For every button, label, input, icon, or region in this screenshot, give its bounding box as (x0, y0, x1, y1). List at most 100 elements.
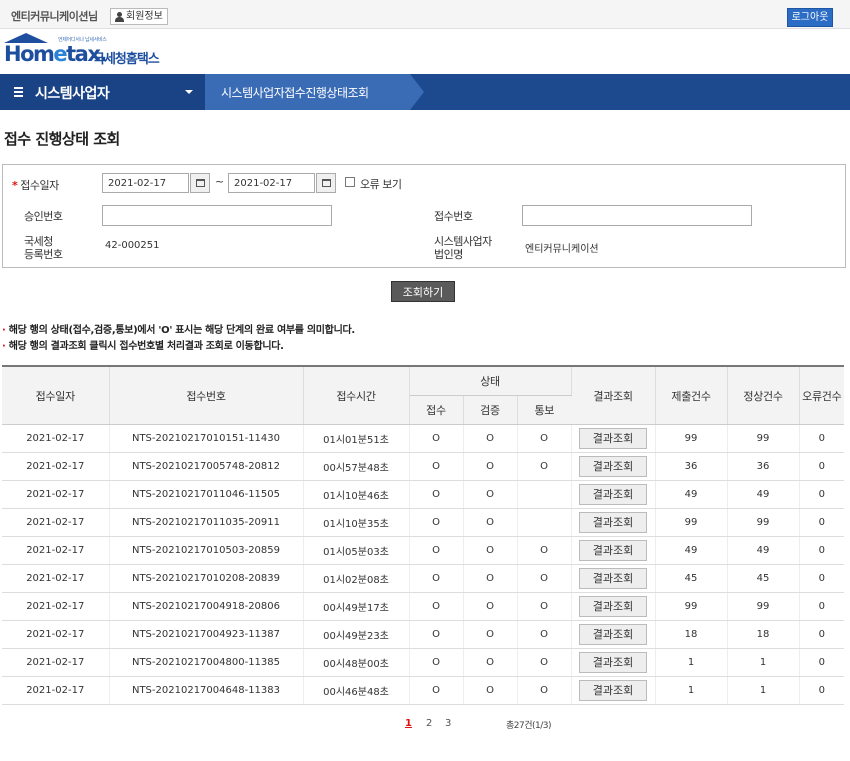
cell-result: 결과조회 (571, 648, 656, 677)
corp-label-line1: 시스템사업자 (434, 235, 492, 248)
cell-error: 0 (799, 648, 845, 677)
result-view-button[interactable]: 결과조회 (579, 680, 648, 701)
date-to-input[interactable]: 2021-02-17 (228, 173, 315, 193)
cell-normal: 99 (727, 592, 800, 621)
cell-result: 결과조회 (571, 452, 656, 481)
cell-submitted: 99 (655, 592, 728, 621)
cell-time: 00시48분00초 (303, 648, 410, 677)
cell-submitted: 1 (655, 648, 728, 677)
result-view-button[interactable]: 결과조회 (579, 428, 648, 449)
date-from-input[interactable]: 2021-02-17 (102, 173, 189, 193)
cell-date: 2021-02-17 (2, 452, 110, 481)
cell-error: 0 (799, 592, 845, 621)
cell-date: 2021-02-17 (2, 592, 110, 621)
cell-error: 0 (799, 424, 845, 453)
col-header-date: 접수일자 (2, 365, 110, 425)
cell-status-verify: O (463, 536, 518, 565)
table-row: 2021-02-17 NTS-20210217011035-20911 01시10분… (2, 508, 845, 537)
calendar-icon (196, 179, 205, 187)
cell-status-verify: O (463, 592, 518, 621)
cell-status-notify: O (517, 564, 572, 593)
cell-time: 01시10분46초 (303, 480, 410, 509)
chevron-down-icon (185, 90, 193, 94)
cell-time: 00시49분23초 (303, 620, 410, 649)
result-view-button[interactable]: 결과조회 (579, 652, 648, 673)
cell-status-receipt: O (409, 592, 464, 621)
col-header-status-receipt: 접수 (409, 395, 464, 425)
cell-error: 0 (799, 564, 845, 593)
cell-status-receipt: O (409, 676, 464, 705)
cell-status-notify: O (517, 592, 572, 621)
cell-error: 0 (799, 480, 845, 509)
note-bullet: · (2, 325, 6, 336)
cell-time: 00시57분48초 (303, 452, 410, 481)
nav-menu-title: 시스템사업자 (35, 86, 110, 102)
total-count: 총27건(1/3) (506, 721, 552, 731)
table-row: 2021-02-17 NTS-20210217004923-11387 00시49분… (2, 620, 845, 649)
col-header-status: 상태 (409, 365, 572, 396)
table-row: 2021-02-17 NTS-20210217004800-11385 00시48분… (2, 648, 845, 677)
cell-error: 0 (799, 452, 845, 481)
cell-receipt-no: NTS-20210217010151-11430 (109, 424, 304, 453)
cell-receipt-no: NTS-20210217010503-20859 (109, 536, 304, 565)
cell-submitted: 99 (655, 508, 728, 537)
result-view-button[interactable]: 결과조회 (579, 596, 648, 617)
search-button[interactable]: 조회하기 (391, 281, 455, 302)
cell-time: 01시02분08초 (303, 564, 410, 593)
page-link-3[interactable]: 3 (445, 718, 451, 729)
cell-date: 2021-02-17 (2, 508, 110, 537)
cell-date: 2021-02-17 (2, 564, 110, 593)
approval-no-input[interactable] (102, 205, 332, 226)
table-row: 2021-02-17 NTS-20210217010503-20859 01시05분… (2, 536, 845, 565)
cell-normal: 18 (727, 620, 800, 649)
cell-normal: 36 (727, 452, 800, 481)
logo-brand-home: Hom (4, 42, 55, 66)
logo-brand-e: e (53, 42, 67, 66)
cell-status-receipt: O (409, 480, 464, 509)
date-from-calendar-button[interactable] (190, 173, 210, 193)
col-header-error: 오류건수 (799, 365, 845, 425)
date-to-calendar-button[interactable] (316, 173, 336, 193)
cell-receipt-no: NTS-20210217010208-20839 (109, 564, 304, 593)
cell-status-receipt: O (409, 424, 464, 453)
cell-status-verify: O (463, 508, 518, 537)
cell-time: 00시49분17초 (303, 592, 410, 621)
result-view-button[interactable]: 결과조회 (579, 624, 648, 645)
result-view-button[interactable]: 결과조회 (579, 540, 648, 561)
result-view-button[interactable]: 결과조회 (579, 568, 648, 589)
logo-brand-korean: 국세청홈택스 (93, 52, 160, 67)
cell-submitted: 49 (655, 480, 728, 509)
cell-date: 2021-02-17 (2, 620, 110, 649)
logout-button[interactable]: 로그아웃 (787, 8, 833, 27)
result-view-button[interactable]: 결과조회 (579, 456, 648, 477)
member-info-button[interactable]: 회원정보 (110, 8, 168, 25)
corp-value: 엔티커뮤니케이션 (525, 244, 599, 255)
cell-result: 결과조회 (571, 480, 656, 509)
calendar-icon (322, 179, 331, 187)
cell-receipt-no: NTS-20210217011046-11505 (109, 480, 304, 509)
result-view-button[interactable]: 결과조회 (579, 484, 648, 505)
nav-menu-button[interactable]: 시스템사업자 (0, 74, 205, 110)
cell-result: 결과조회 (571, 676, 656, 705)
cell-receipt-no: NTS-20210217011035-20911 (109, 508, 304, 537)
cell-status-notify: O (517, 620, 572, 649)
cell-status-notify: O (517, 648, 572, 677)
receipt-status-table: 접수일자 접수번호 접수시간 상태 결과조회 제출건수 정상건수 오류건수 접수… (2, 365, 845, 705)
col-header-normal: 정상건수 (727, 365, 800, 425)
date-range-separator: ~ (215, 175, 225, 188)
page-link-1[interactable]: 1 (405, 718, 412, 729)
cell-normal: 99 (727, 424, 800, 453)
person-icon (115, 11, 124, 22)
cell-receipt-no: NTS-20210217005748-20812 (109, 452, 304, 481)
table-row: 2021-02-17 NTS-20210217011046-11505 01시10분… (2, 480, 845, 509)
cell-time: 01시01분51초 (303, 424, 410, 453)
corp-label: 시스템사업자 법인명 (434, 235, 492, 261)
breadcrumb[interactable]: 시스템사업자접수진행상태조회 (205, 74, 424, 110)
cell-error: 0 (799, 536, 845, 565)
result-view-button[interactable]: 결과조회 (579, 512, 648, 533)
cell-status-verify: O (463, 480, 518, 509)
receipt-no-input[interactable] (522, 205, 752, 226)
page-link-2[interactable]: 2 (426, 718, 432, 729)
error-view-checkbox[interactable] (345, 177, 355, 187)
col-header-time: 접수시간 (303, 365, 410, 425)
